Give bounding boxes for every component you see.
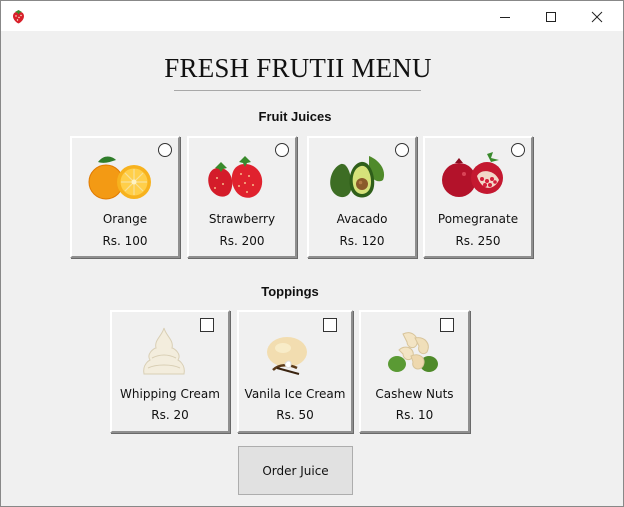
minimize-button[interactable] xyxy=(482,1,528,32)
vanila-ice-cream-price: Rs. 50 xyxy=(276,408,314,422)
whipped-cream-icon xyxy=(143,327,185,375)
order-juice-button[interactable]: Order Juice xyxy=(238,446,353,495)
whipping-cream-name: Whipping Cream xyxy=(120,387,220,401)
avocado-name: Avacado xyxy=(336,212,388,226)
whipping-cream-checkbox[interactable] xyxy=(200,318,214,332)
pomegranate-name: Pomegranate xyxy=(437,212,519,226)
toppings-label: Toppings xyxy=(261,284,319,299)
juice-card-strawberry[interactable]: Strawberry Rs. 200 xyxy=(187,136,297,258)
cashew-nuts-price: Rs. 10 xyxy=(395,408,434,422)
cashew-nuts-name: Cashew Nuts xyxy=(375,387,454,401)
orange-radio[interactable] xyxy=(158,143,172,157)
cashew-nuts-checkbox[interactable] xyxy=(440,318,454,332)
strawberry-name: Strawberry xyxy=(208,212,276,226)
strawberry-price: Rs. 200 xyxy=(219,234,265,248)
strawberry-icon xyxy=(13,10,24,24)
pomegranate-radio[interactable] xyxy=(511,143,525,157)
strawberry-icon xyxy=(208,156,263,198)
cashew-icon xyxy=(388,332,438,372)
avocado-radio[interactable] xyxy=(395,143,409,157)
whipping-cream-price: Rs. 20 xyxy=(151,408,189,422)
orange-icon xyxy=(88,156,151,200)
title-bar xyxy=(0,0,624,31)
vanila-ice-cream-checkbox[interactable] xyxy=(323,318,337,332)
fruit-juices-label: Fruit Juices xyxy=(258,109,332,124)
orange-price: Rs. 100 xyxy=(102,234,148,248)
juice-card-pomegranate[interactable]: Pomegranate Rs. 250 xyxy=(423,136,533,258)
avocado-price: Rs. 120 xyxy=(339,234,385,248)
pomegranate-price: Rs. 250 xyxy=(455,234,501,248)
close-button[interactable] xyxy=(574,1,620,32)
menu-title: FRESH FRUTII MENU xyxy=(164,53,432,83)
strawberry-radio[interactable] xyxy=(275,143,289,157)
vanila-ice-cream-name: Vanila Ice Cream xyxy=(244,387,346,401)
juice-card-orange[interactable]: Orange Rs. 100 xyxy=(70,136,180,258)
close-icon xyxy=(591,11,603,22)
ice-cream-icon xyxy=(267,337,307,375)
maximize-button[interactable] xyxy=(528,1,574,32)
maximize-icon xyxy=(546,11,556,22)
pomegranate-icon xyxy=(442,152,503,197)
minimize-icon xyxy=(500,16,510,18)
avocado-icon xyxy=(330,156,385,198)
topping-card-vanila-ice-cream[interactable]: Vanila Ice Cream Rs. 50 xyxy=(237,310,353,433)
topping-card-whipping-cream[interactable]: Whipping Cream Rs. 20 xyxy=(110,310,230,433)
orange-name: Orange xyxy=(102,212,148,226)
juice-card-avocado[interactable]: Avacado Rs. 120 xyxy=(307,136,417,258)
title-underline xyxy=(174,90,421,91)
topping-card-cashew-nuts[interactable]: Cashew Nuts Rs. 10 xyxy=(359,310,470,433)
